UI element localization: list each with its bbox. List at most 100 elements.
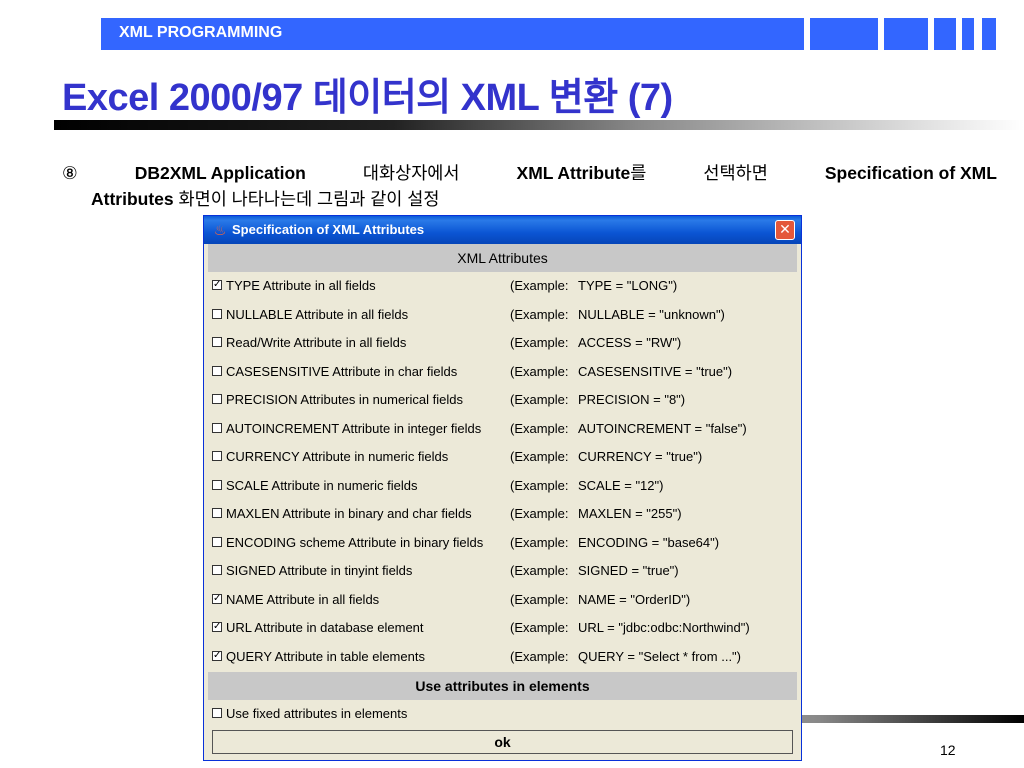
row-label: NULLABLE Attribute in all fields xyxy=(226,306,409,322)
example-prefix: (Example: xyxy=(510,648,569,664)
row-label: NAME Attribute in all fields xyxy=(226,591,380,607)
checkbox[interactable] xyxy=(212,308,222,319)
example-value: CURRENCY = "true") xyxy=(578,449,703,464)
example-prefix: (Example: xyxy=(510,392,569,407)
body-text-mixed: XML Attribute를 xyxy=(517,160,647,186)
row-label: SIGNED Attribute in tinyint fields xyxy=(226,563,413,578)
example-value: CASESENSITIVE = "true") xyxy=(578,363,733,379)
checkbox[interactable] xyxy=(212,365,222,376)
body-text: 대화상자에서 xyxy=(362,163,460,183)
row-label: CASESENSITIVE Attribute in char fields xyxy=(226,363,458,379)
slide-title: Excel 2000/97 데이터의 XML 변환 (7) xyxy=(62,77,673,119)
checkbox[interactable] xyxy=(212,479,222,490)
example-value: SCALE = "12") xyxy=(578,477,664,493)
checkbox-checked[interactable]: ✓ xyxy=(212,593,222,604)
checkbox[interactable] xyxy=(212,565,222,575)
specification-dialog: ♨ Specification of XML Attributes ✕ XML … xyxy=(203,215,802,761)
attribute-row[interactable]: PRECISION Attributes in numerical fields… xyxy=(208,386,797,414)
title-divider xyxy=(54,120,1024,130)
example-prefix: (Example: xyxy=(510,420,569,436)
example-prefix: (Example: xyxy=(510,363,569,379)
example-value: AUTOINCREMENT = "false") xyxy=(578,420,747,436)
example-prefix: (Example: xyxy=(510,335,569,350)
checkbox[interactable] xyxy=(212,422,222,433)
row-label: SCALE Attribute in numeric fields xyxy=(226,477,418,493)
example-prefix: (Example: xyxy=(510,449,569,464)
section-header-xml-attributes: XML Attributes xyxy=(208,244,797,272)
example-prefix: (Example: xyxy=(510,506,569,521)
example-value: PRECISION = "8") xyxy=(578,392,686,407)
row-label: CURRENCY Attribute in numeric fields xyxy=(226,449,449,464)
row-label: Read/Write Attribute in all fields xyxy=(226,335,407,350)
header-block xyxy=(962,18,974,50)
example-value: ENCODING = "base64") xyxy=(578,534,720,550)
body-text-bold: Specification of XML xyxy=(824,163,997,183)
example-value: SIGNED = "true") xyxy=(578,563,679,578)
attribute-row[interactable]: ENCODING scheme Attribute in binary fiel… xyxy=(208,529,797,557)
java-app-icon: ♨ xyxy=(213,222,227,238)
attribute-row[interactable]: Read/Write Attribute in all fields (Examp… xyxy=(208,329,797,357)
row-label: URL Attribute in database element xyxy=(226,620,424,635)
attribute-row[interactable]: ✓ NAME Attribute in all fields (Example: NA… xyxy=(208,586,797,614)
example-value: URL = "jdbc:odbc:Northwind") xyxy=(578,620,750,635)
checkbox-checked[interactable]: ✓ xyxy=(212,280,222,290)
body-text-bold: XML Attribute xyxy=(516,163,631,183)
checkbox[interactable] xyxy=(212,394,222,404)
attribute-row[interactable]: SIGNED Attribute in tinyint fields (Examp… xyxy=(208,557,797,585)
example-prefix: (Example: xyxy=(510,278,569,293)
header-label: XML PROGRAMMING xyxy=(119,24,283,41)
body-line-1: ⑧ DB2XML Application 대화상자에서 XML Attribut… xyxy=(62,160,997,186)
example-value: TYPE = "LONG") xyxy=(578,278,678,293)
row-label: ENCODING scheme Attribute in binary fiel… xyxy=(226,534,484,550)
body-text: 를 xyxy=(630,163,647,183)
attribute-row[interactable]: CURRENCY Attribute in numeric fields (Exa… xyxy=(208,443,797,471)
row-label: AUTOINCREMENT Attribute in integer field… xyxy=(226,420,482,436)
ok-button[interactable]: ok xyxy=(212,730,793,754)
row-label: QUERY Attribute in table elements xyxy=(226,648,425,664)
attribute-row[interactable]: CASESENSITIVE Attribute in char fields (E… xyxy=(208,358,797,386)
body-text-bold: Attributes xyxy=(91,189,174,209)
row-label: TYPE Attribute in all fields xyxy=(226,278,376,293)
checkbox-checked[interactable]: ✓ xyxy=(212,622,222,632)
close-icon[interactable]: ✕ xyxy=(775,220,795,240)
dialog-title: Specification of XML Attributes xyxy=(232,222,425,237)
body-paragraph: ⑧ DB2XML Application 대화상자에서 XML Attribut… xyxy=(62,160,997,212)
attribute-row[interactable]: AUTOINCREMENT Attribute in integer field… xyxy=(208,415,797,443)
checkbox[interactable] xyxy=(212,508,222,518)
checkbox[interactable] xyxy=(212,337,222,347)
checkbox[interactable] xyxy=(212,536,222,547)
header-block xyxy=(884,18,928,50)
header-block xyxy=(934,18,956,50)
example-prefix: (Example: xyxy=(510,591,569,607)
section-header-use-attributes: Use attributes in elements xyxy=(208,672,797,700)
header-block xyxy=(982,18,996,50)
checkbox[interactable] xyxy=(212,451,222,461)
body-text-bold: DB2XML Application xyxy=(134,163,306,183)
example-prefix: (Example: xyxy=(510,563,569,578)
item-marker: ⑧ xyxy=(62,163,78,183)
checkbox[interactable] xyxy=(212,708,222,718)
example-value: ACCESS = "RW") xyxy=(578,335,682,350)
example-value: MAXLEN = "255") xyxy=(578,506,682,521)
fixed-attributes-row[interactable]: Use fixed attributes in elements xyxy=(208,700,797,728)
body-text: 화면이 나타나는데 그림과 같이 설정 xyxy=(178,189,440,209)
attribute-row[interactable]: ✓ URL Attribute in database element (Examp… xyxy=(208,614,797,642)
example-value: NULLABLE = "unknown") xyxy=(578,306,725,322)
example-prefix: (Example: xyxy=(510,620,569,635)
example-prefix: (Example: xyxy=(510,477,569,493)
header-bar: XML PROGRAMMING xyxy=(101,18,804,50)
attribute-row[interactable]: MAXLEN Attribute in binary and char fiel… xyxy=(208,500,797,528)
body-text: 선택하면 xyxy=(703,163,768,183)
body-line-2: Attributes 화면이 나타나는데 그림과 같이 설정 xyxy=(62,186,997,212)
dialog-body: XML Attributes ✓ TYPE Attribute in all fi… xyxy=(208,244,797,758)
attribute-row[interactable]: ✓ QUERY Attribute in table elements (Examp… xyxy=(208,643,797,671)
row-label: PRECISION Attributes in numerical fields xyxy=(226,392,463,407)
attribute-row[interactable]: ✓ TYPE Attribute in all fields (Example: TY… xyxy=(208,272,797,300)
attribute-row[interactable]: SCALE Attribute in numeric fields (Exampl… xyxy=(208,472,797,500)
dialog-titlebar[interactable]: ♨ Specification of XML Attributes ✕ xyxy=(204,216,801,244)
row-label: Use fixed attributes in elements xyxy=(226,706,408,721)
example-prefix: (Example: xyxy=(510,306,569,322)
checkbox-checked[interactable]: ✓ xyxy=(212,650,222,661)
example-value: NAME = "OrderID") xyxy=(578,591,691,607)
attribute-row[interactable]: NULLABLE Attribute in all fields (Example… xyxy=(208,301,797,329)
